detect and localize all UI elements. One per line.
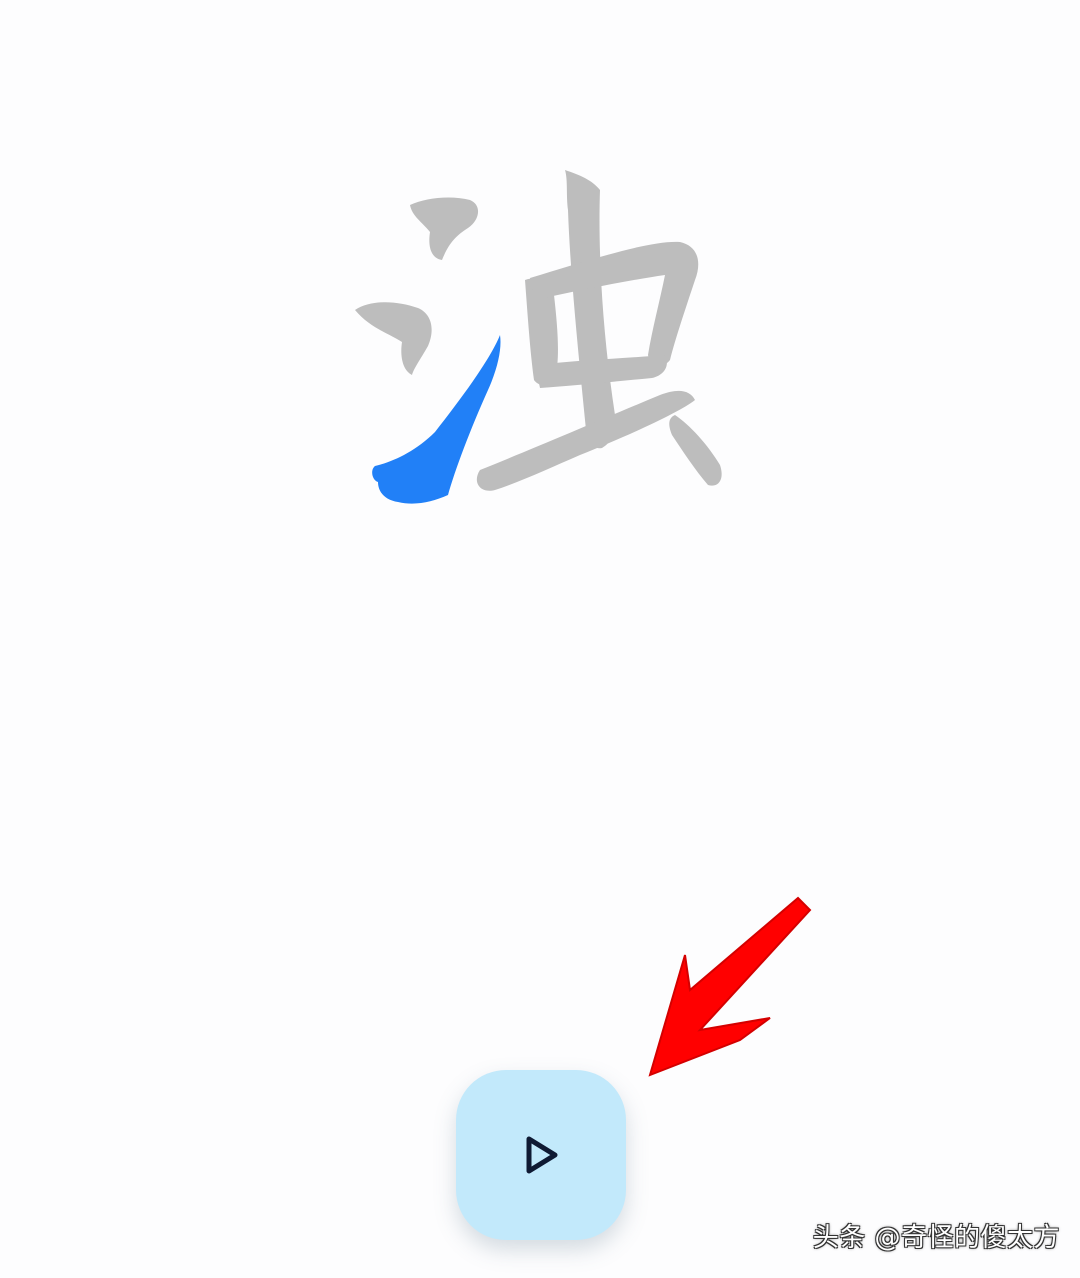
- red-arrow-icon: [630, 880, 830, 1090]
- stroke-dot-top: [410, 197, 479, 260]
- stroke-dot-middle: [355, 302, 432, 375]
- watermark-text: 头条 @奇怪的傻太方: [812, 1223, 1060, 1253]
- stroke-order-character: [330, 150, 750, 530]
- play-triangle-icon: [526, 1136, 558, 1174]
- character-strokes: [355, 170, 722, 504]
- play-button[interactable]: [456, 1070, 626, 1240]
- stroke-vertical: [565, 170, 616, 449]
- stroke-final-dot: [669, 415, 722, 486]
- character-base-strokes: [355, 170, 722, 491]
